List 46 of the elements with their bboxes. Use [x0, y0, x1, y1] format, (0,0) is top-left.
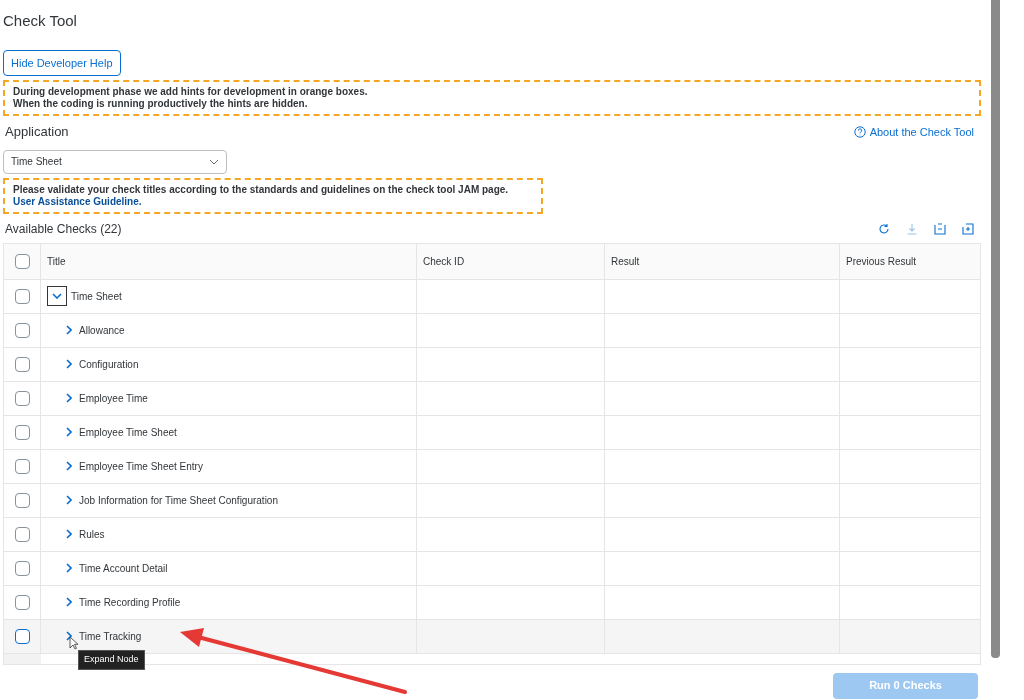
guideline-link[interactable]: User Assistance Guideline.: [13, 195, 142, 208]
download-icon[interactable]: [906, 222, 918, 235]
checkbox[interactable]: [14, 458, 30, 474]
row-title: Allowance: [79, 323, 125, 338]
scrollbar[interactable]: [991, 0, 1000, 658]
mouse-cursor-icon: [69, 636, 78, 650]
row-title: Job Information for Time Sheet Configuration: [79, 493, 278, 508]
checkbox[interactable]: [14, 594, 30, 610]
row-title: Time Account Detail: [79, 561, 168, 576]
checkbox[interactable]: [14, 390, 30, 406]
expand-all-icon[interactable]: [962, 222, 974, 235]
page-title: Check Tool: [3, 11, 78, 30]
column-header[interactable]: Previous Result: [846, 253, 917, 269]
about-link[interactable]: About the Check Tool: [853, 123, 974, 140]
row-title: Time Tracking: [79, 629, 142, 644]
checkbox[interactable]: [14, 628, 30, 644]
checkbox[interactable]: [14, 253, 30, 269]
row-title: Rules: [79, 527, 105, 542]
application-label: Application: [4, 123, 69, 141]
checkbox[interactable]: [14, 492, 30, 508]
checkbox[interactable]: [14, 424, 30, 440]
checkbox[interactable]: [14, 322, 30, 338]
table-title: Available Checks (22): [4, 220, 122, 238]
row-title: Configuration: [79, 357, 139, 372]
help-icon: [853, 125, 866, 138]
hide-developer-help-button[interactable]: Hide Developer Help: [3, 50, 121, 76]
row-title: Employee Time: [79, 391, 148, 406]
row-title: Time Sheet: [71, 289, 122, 304]
chevron-down-icon: [209, 158, 219, 165]
collapse-all-icon[interactable]: [934, 222, 946, 235]
row-title: Employee Time Sheet Entry: [79, 459, 203, 474]
checkbox[interactable]: [14, 288, 30, 304]
column-header[interactable]: Result: [611, 253, 640, 269]
hint-text: During development phase we add hints for development in orange boxes. When the coding is running productively the hints are hidden.: [13, 86, 369, 110]
tooltip: Expand Node: [78, 650, 145, 670]
application-select[interactable]: Time Sheet: [3, 149, 227, 174]
checkbox[interactable]: [14, 356, 30, 372]
hint-text: Please validate your check titles according to the standards and guidelines on the check tool JAM page.: [13, 183, 510, 196]
column-header[interactable]: Check ID: [423, 253, 465, 269]
row-title: Time Recording Profile: [79, 595, 181, 610]
collapse-chevron-icon[interactable]: [47, 286, 67, 306]
column-header[interactable]: Title: [47, 253, 66, 269]
checkbox[interactable]: [14, 560, 30, 576]
refresh-icon[interactable]: [878, 222, 890, 235]
checkbox[interactable]: [14, 526, 30, 542]
row-title: Employee Time Sheet: [79, 425, 177, 440]
